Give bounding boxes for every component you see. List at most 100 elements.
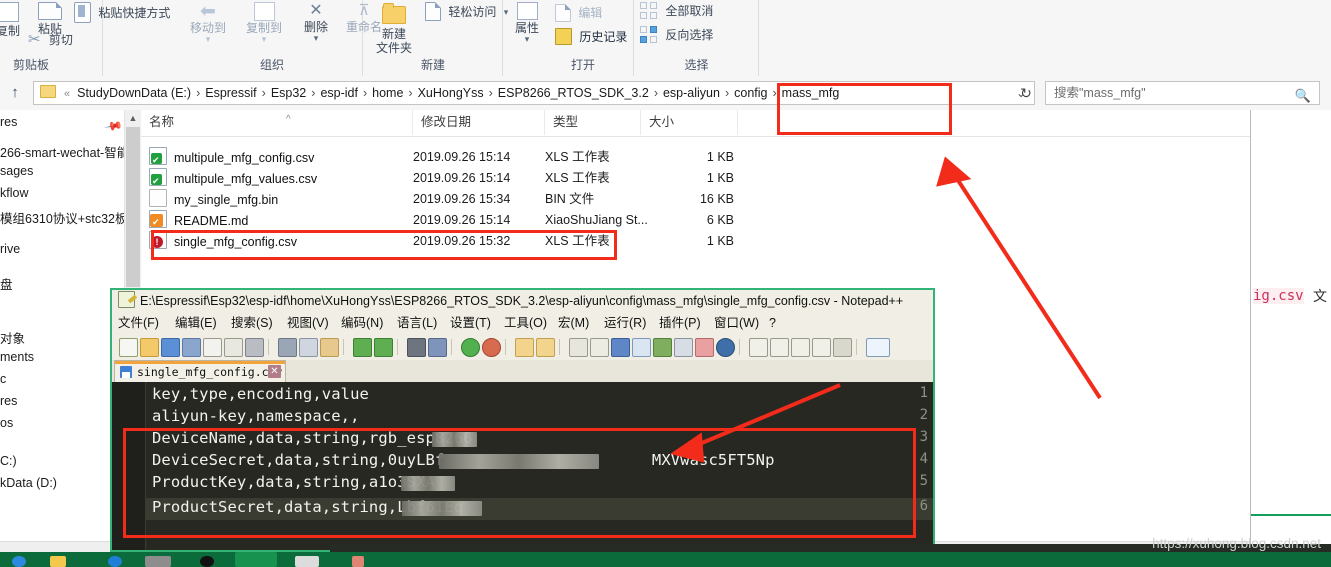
nav-item-4[interactable]: 模组6310协议+stc32板卡 bbox=[0, 208, 124, 227]
menu-item-help[interactable]: ? bbox=[769, 312, 776, 334]
pin-icon[interactable]: 📌 bbox=[103, 116, 123, 136]
close-icon[interactable]: ✕ bbox=[268, 365, 281, 378]
cut-icon[interactable] bbox=[278, 338, 297, 357]
scrollbar-thumb[interactable] bbox=[126, 127, 140, 287]
close-file-icon[interactable] bbox=[203, 338, 222, 357]
breadcrumb-item-1[interactable]: Espressif bbox=[203, 85, 258, 101]
word-wrap-icon[interactable] bbox=[569, 338, 588, 357]
nav-item-7[interactable]: 对象 bbox=[0, 328, 25, 347]
refresh-button[interactable]: ↻ bbox=[1015, 81, 1037, 105]
macro-save-icon[interactable] bbox=[833, 338, 852, 357]
taskbar-icon-edge[interactable] bbox=[108, 556, 122, 567]
column-header-date[interactable]: 修改日期 bbox=[413, 110, 545, 135]
menu-item-window[interactable]: 窗口(W) bbox=[714, 312, 759, 334]
sync-scroll-v-icon[interactable] bbox=[515, 338, 534, 357]
table-row[interactable]: README.md 2019.09.26 15:14 XiaoShuJiang … bbox=[141, 210, 1250, 231]
file-name[interactable]: my_single_mfg.bin bbox=[149, 189, 278, 210]
menu-item-run[interactable]: 运行(R) bbox=[604, 312, 646, 334]
ribbon-button-properties[interactable]: 属性 ▾ bbox=[505, 2, 549, 44]
menu-item-plugins[interactable]: 插件(P) bbox=[659, 312, 701, 334]
monitoring-icon[interactable] bbox=[716, 338, 735, 357]
ribbon-button-move-to[interactable]: ⬅ 移动到 ▾ bbox=[181, 2, 235, 44]
find-icon[interactable] bbox=[407, 338, 426, 357]
nav-item-12[interactable]: C:) bbox=[0, 454, 17, 468]
ribbon-button-history[interactable]: 历史记录 bbox=[555, 28, 643, 45]
breadcrumb-item-4[interactable]: home bbox=[370, 85, 405, 101]
file-name[interactable]: multipule_mfg_config.csv bbox=[149, 147, 314, 168]
column-header-type[interactable]: 类型 bbox=[545, 110, 641, 135]
navigation-pane[interactable]: res 266-smart-wechat-智能 sages kflow 模组63… bbox=[0, 110, 124, 552]
column-header-name[interactable]: 名称 ^ bbox=[141, 110, 413, 135]
zoom-in-icon[interactable] bbox=[461, 338, 480, 357]
spellcheck-icon[interactable] bbox=[866, 338, 890, 357]
function-list-icon[interactable] bbox=[674, 338, 693, 357]
menu-item-view[interactable]: 视图(V) bbox=[287, 312, 329, 334]
ribbon-button-deselect-all[interactable]: 全部取消 bbox=[640, 2, 750, 19]
ribbon-button-invert-selection[interactable]: 反向选择 bbox=[640, 26, 750, 43]
zoom-out-icon[interactable] bbox=[482, 338, 501, 357]
new-file-icon[interactable] bbox=[119, 338, 138, 357]
menu-item-search[interactable]: 搜索(S) bbox=[231, 312, 273, 334]
paste-icon[interactable] bbox=[320, 338, 339, 357]
menu-item-language[interactable]: 语言(L) bbox=[397, 312, 437, 334]
redo-icon[interactable] bbox=[374, 338, 393, 357]
breadcrumb-item-0[interactable]: StudyDownData (E:) bbox=[75, 85, 193, 101]
breadcrumb-overflow[interactable]: « bbox=[59, 88, 75, 100]
file-name[interactable]: README.md bbox=[149, 210, 248, 231]
macro-record-icon[interactable] bbox=[749, 338, 768, 357]
nav-item-13[interactable]: kData (D:) bbox=[0, 476, 57, 490]
taskbar-icon-terminal[interactable] bbox=[145, 556, 171, 567]
ribbon-button-cut[interactable]: ✂ 剪切 bbox=[28, 32, 108, 47]
ribbon-button-edit[interactable]: 编辑 bbox=[555, 4, 625, 22]
nav-item-3[interactable]: kflow bbox=[0, 186, 28, 200]
show-symbol-icon[interactable] bbox=[590, 338, 609, 357]
column-header-size[interactable]: 大小 bbox=[641, 110, 738, 135]
ribbon-button-new-folder[interactable]: 新建 文件夹 bbox=[367, 2, 421, 55]
nav-item-5[interactable]: rive bbox=[0, 242, 20, 256]
macro-stop-icon[interactable] bbox=[770, 338, 789, 357]
table-row[interactable]: my_single_mfg.bin 2019.09.26 15:34 BIN 文… bbox=[141, 189, 1250, 210]
indent-guide-icon[interactable] bbox=[611, 338, 630, 357]
nav-item-0[interactable]: res bbox=[0, 115, 17, 129]
breadcrumb-item-8[interactable]: config bbox=[732, 85, 769, 101]
nav-item-6[interactable]: 盘 bbox=[0, 274, 13, 293]
nav-item-10[interactable]: res bbox=[0, 394, 17, 408]
table-row[interactable]: multipule_mfg_values.csv 2019.09.26 15:1… bbox=[141, 168, 1250, 189]
breadcrumb-item-3[interactable]: esp-idf bbox=[318, 85, 360, 101]
search-input[interactable]: 搜索"mass_mfg" 🔍 bbox=[1045, 81, 1320, 105]
taskbar-icon-misc[interactable] bbox=[352, 556, 364, 567]
tab-single-mfg-config[interactable]: single_mfg_config.csv ✕ bbox=[114, 360, 286, 382]
replace-icon[interactable] bbox=[428, 338, 447, 357]
undo-icon[interactable] bbox=[353, 338, 372, 357]
taskbar-icon-explorer[interactable] bbox=[50, 556, 66, 567]
nav-item-2[interactable]: sages bbox=[0, 164, 33, 178]
ribbon-button-copy-to[interactable]: 复制到 ▾ bbox=[237, 2, 291, 44]
menu-item-encoding[interactable]: 编码(N) bbox=[341, 312, 383, 334]
user-defined-lang-icon[interactable] bbox=[632, 338, 651, 357]
taskbar-icon-chat[interactable] bbox=[200, 556, 214, 567]
menu-item-tools[interactable]: 工具(O) bbox=[504, 312, 547, 334]
folder-workspace-icon[interactable] bbox=[695, 338, 714, 357]
macro-play-icon[interactable] bbox=[791, 338, 810, 357]
save-icon[interactable] bbox=[161, 338, 180, 357]
menu-item-settings[interactable]: 设置(T) bbox=[450, 312, 491, 334]
close-all-icon[interactable] bbox=[224, 338, 243, 357]
scroll-up-button[interactable]: ▲ bbox=[125, 110, 141, 127]
breadcrumb-item-7[interactable]: esp-aliyun bbox=[661, 85, 722, 101]
nav-item-1[interactable]: 266-smart-wechat-智能 bbox=[0, 142, 124, 161]
menu-item-file[interactable]: 文件(F) bbox=[118, 312, 159, 334]
chevron-down-icon[interactable]: ▾ bbox=[181, 35, 235, 44]
menu-item-edit[interactable]: 编辑(E) bbox=[175, 312, 217, 334]
open-file-icon[interactable] bbox=[140, 338, 159, 357]
menu-item-macro[interactable]: 宏(M) bbox=[558, 312, 589, 334]
table-row[interactable]: multipule_mfg_config.csv 2019.09.26 15:1… bbox=[141, 147, 1250, 168]
print-icon[interactable] bbox=[245, 338, 264, 357]
sync-scroll-h-icon[interactable] bbox=[536, 338, 555, 357]
chevron-down-icon[interactable]: ▾ bbox=[237, 35, 291, 44]
up-one-level-button[interactable]: ↑ bbox=[4, 83, 26, 103]
chevron-down-icon[interactable]: ▾ bbox=[296, 34, 336, 43]
ribbon-button-delete[interactable]: ✕ 删除 ▾ bbox=[296, 2, 336, 43]
taskbar-icon-browser[interactable] bbox=[12, 556, 26, 567]
nav-item-11[interactable]: os bbox=[0, 416, 13, 430]
doc-map-icon[interactable] bbox=[653, 338, 672, 357]
